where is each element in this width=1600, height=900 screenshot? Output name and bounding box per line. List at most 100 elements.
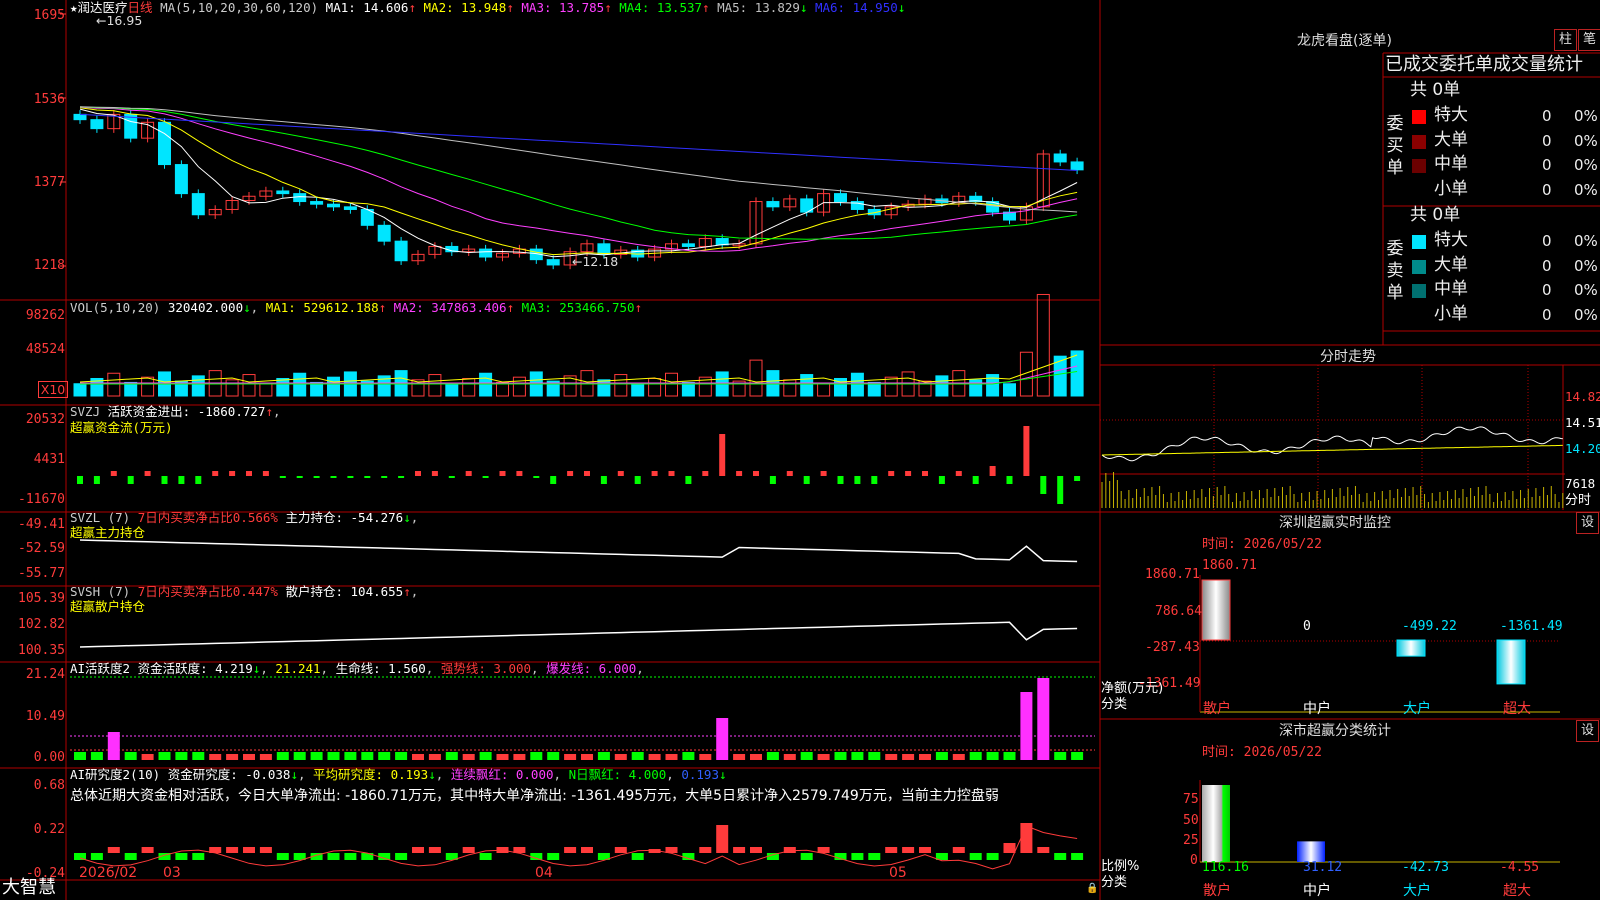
order-count: 0: [1542, 232, 1552, 250]
svzl-tick: -52.59: [18, 541, 65, 556]
volume-unit-badge[interactable]: X10: [38, 381, 68, 398]
volume-bar-down: [276, 377, 290, 397]
ai-active-bar: [90, 752, 103, 760]
ai-research-bar-positive: [733, 847, 746, 853]
order-percent: 0%: [1574, 156, 1598, 174]
ai-research-bar-negative: [547, 853, 560, 860]
ai-active-bar: [868, 752, 881, 760]
tick-view-button[interactable]: 笔: [1578, 29, 1600, 51]
ai-active-bar: [378, 752, 391, 760]
ai-research-summary: 总体近期大资金相对活跃，今日大单净流出: -1860.71万元，其中特大单净流出…: [70, 788, 999, 804]
monitor-value-label: -499.22: [1402, 619, 1457, 634]
classify-value-label: -4.55: [1500, 860, 1540, 875]
order-count: 0: [1542, 107, 1552, 125]
order-color-swatch: [1412, 259, 1426, 274]
ai-active-bar: [682, 752, 695, 760]
ai-active-bar: [834, 752, 847, 760]
monitor-settings-button[interactable]: 设: [1576, 512, 1599, 534]
lock-icon[interactable]: 🔒: [1086, 884, 1098, 894]
svsh-tick: 102.82: [18, 617, 65, 632]
svzj-arrow: ↑: [265, 404, 273, 419]
order-size-label: 特大: [1434, 230, 1468, 250]
ai-active-bar: [952, 754, 965, 760]
chart-canvas[interactable]: [0, 0, 1600, 900]
ai-research-tick: 0.68: [33, 778, 65, 793]
ai-active-bar: [276, 752, 289, 760]
favorite-star-icon[interactable]: ★: [70, 0, 78, 15]
ma-item: MA1: 14.606↑: [325, 0, 416, 15]
svzj-bar-negative: [1057, 476, 1064, 504]
order-percent: 0%: [1574, 305, 1598, 324]
ai-active-bar: [716, 718, 729, 760]
monitor-tick: -287.43: [1145, 640, 1200, 655]
order-count: 0: [1542, 281, 1552, 299]
volume-bar-up: [749, 359, 763, 397]
intraday-tick: 14.20: [1565, 441, 1600, 456]
svzl-ratio: 7日内买卖净占比0.566%: [137, 510, 278, 525]
svzj-bar-negative: [634, 476, 641, 484]
order-size-label: 小单: [1434, 178, 1468, 199]
ai-active-axis: 21.24 10.49 0.00: [0, 662, 65, 766]
classify-tick: 75: [1183, 792, 1199, 807]
monitor-bar: [1396, 639, 1426, 657]
ai-active-bar: [800, 752, 813, 760]
volume-bar-up: [783, 379, 797, 397]
low-price-marker: ←12.18: [572, 254, 619, 269]
candle-down: [310, 201, 324, 205]
svsh-line: [79, 621, 1078, 648]
svzj-axis: 20532 4431 -11670: [0, 405, 65, 510]
ai-research-bar-negative: [327, 853, 340, 860]
svzj-header: SVZJ 活跃资金进出: -1860.727↑,: [70, 404, 281, 419]
svzj-bar-negative: [1074, 476, 1081, 481]
ai-research-bar-positive: [1003, 843, 1016, 853]
ai-active-bar: [124, 752, 137, 760]
svzj-name: SVZJ: [70, 404, 101, 419]
ai-active-strong: 强势线: 3.000: [440, 661, 532, 676]
svzj-bar-negative: [398, 476, 405, 478]
svzj-bar-negative: [195, 476, 202, 484]
volume-bar-up: [462, 377, 476, 397]
volume-bar-up: [648, 377, 662, 397]
ai-active-bar: [462, 754, 475, 760]
brand-logo[interactable]: 大智慧: [2, 879, 56, 897]
bar-view-button[interactable]: 柱: [1554, 29, 1577, 51]
volume-bar-down: [1003, 383, 1016, 397]
monitor-category: 大户: [1403, 701, 1431, 717]
svzj-bar-negative: [296, 476, 303, 478]
svzj-bar-negative: [837, 476, 844, 484]
classify-title: 深市超赢分类统计: [1279, 723, 1391, 739]
monitor-tick: 1860.71: [1145, 567, 1200, 582]
ai-active-bar: [851, 752, 864, 760]
svzj-value: 活跃资金进出: -1860.727: [107, 404, 266, 419]
high-price-marker: ←16.95: [96, 13, 143, 28]
ma-item: MA2: 347863.406↑: [393, 300, 515, 315]
classify-value-label: 31.12: [1303, 860, 1343, 875]
classify-settings-button[interactable]: 设: [1576, 720, 1599, 742]
svzj-bar-negative: [313, 476, 320, 478]
svzj-bar-negative: [77, 476, 83, 484]
svzj-bar-positive: [922, 471, 928, 476]
ai-research-bar-negative: [276, 853, 289, 860]
svsh-subtitle: 超赢散户持仓: [70, 599, 146, 614]
ai-active-bar: [226, 754, 239, 760]
order-count: 0: [1542, 131, 1552, 150]
candle-down: [343, 206, 357, 210]
svsh-tick: 105.39: [18, 591, 65, 606]
svzl-subtitle: 超赢主力持仓: [70, 525, 146, 540]
ai-active-name: AI活跃度2: [70, 661, 131, 676]
intraday-title: 分时走势: [1320, 349, 1376, 365]
svzj-bar-positive: [651, 471, 658, 476]
ai-research-bar-negative: [479, 853, 492, 860]
ai-active-bar: [665, 754, 678, 760]
volume-bar-down: [293, 372, 307, 397]
ai-research-bar-positive: [919, 847, 931, 853]
svzj-bar-negative: [347, 476, 354, 478]
volume-header: VOL(5,10,20) 320402.000↓, MA1: 529612.18…: [70, 300, 643, 315]
ai-research-bar-positive: [885, 847, 898, 853]
svsh-ratio: 7日内买卖净占比0.447%: [137, 584, 278, 599]
order-size-label: 中单: [1434, 279, 1468, 299]
svzj-bar-negative: [482, 476, 489, 478]
ai-research-arrow: ↓: [290, 767, 298, 782]
ai-active-bar: [158, 752, 171, 760]
kline-header: ★润达医疗日线 MA(5,10,20,30,60,120) MA1: 14.60…: [70, 0, 905, 15]
